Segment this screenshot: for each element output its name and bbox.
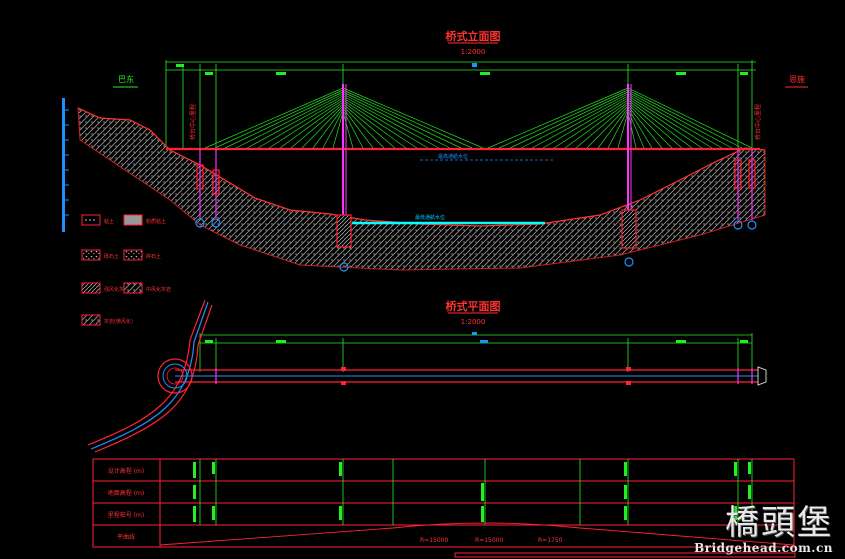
elevation-scale: 1:2000 bbox=[461, 48, 486, 56]
elevation-dimensions bbox=[165, 60, 756, 150]
plan-scale: 1:2000 bbox=[461, 318, 486, 326]
plan-dimension-marks bbox=[205, 332, 748, 343]
legend-item: 粘土 bbox=[104, 218, 114, 225]
water-level-label: 最低通航水位 bbox=[415, 214, 445, 221]
high-water-label: 最高通航水位 bbox=[438, 153, 468, 160]
plan-title: 桥式平面图 bbox=[446, 299, 501, 313]
watermark-logo: 橋頭堡 bbox=[725, 503, 833, 543]
legend-item: 碎石土 bbox=[146, 253, 161, 260]
elevation-ruler bbox=[62, 98, 69, 232]
right-direction-label: 恩施 bbox=[789, 74, 805, 84]
plan-dimensions bbox=[199, 333, 753, 372]
table-row-label: 里程桩号 (m) bbox=[108, 511, 144, 519]
left-direction-label: 巴东 bbox=[118, 74, 134, 84]
legend-item: 中风化灰岩 bbox=[146, 286, 171, 293]
curve-label: R=15000 bbox=[475, 537, 503, 544]
table-row-label: 地面高程 (m) bbox=[108, 489, 144, 497]
dimension-marks bbox=[176, 63, 748, 75]
plan-view: 桥式平面图 1:2000 bbox=[87, 299, 767, 453]
elevation-title: 桥式立面图 bbox=[446, 29, 501, 43]
watermark-url: Bridgehead.com.cn bbox=[694, 541, 833, 555]
table-row-label: 平曲线 bbox=[117, 533, 135, 541]
table-row-label: 设计高程 (m) bbox=[108, 467, 144, 475]
geology-legend: 粘土 粉质粘土 砾石土 碎石土 强风化灰岩 中风化灰岩 灰岩(微风化) bbox=[81, 214, 171, 326]
curve-label: R=15000 bbox=[420, 537, 448, 544]
cable-fan-right bbox=[487, 87, 753, 149]
legend-item: 砾石土 bbox=[104, 253, 119, 260]
right-abutment-note: 桥台中心里程 bbox=[754, 104, 762, 140]
left-abutment-note: 桥台中心里程 bbox=[189, 104, 197, 140]
profile-table: 设计高程 (m) 地面高程 (m) 里程桩号 (m) 平曲线 R=15000 R… bbox=[92, 458, 796, 558]
curve-label: R=1750 bbox=[538, 537, 563, 544]
plan-deck bbox=[175, 366, 767, 386]
drawing-canvas: 桥式立面图 1:2000 巴东 恩施 最低通航水位 最高通航水位 桥台中心里程 … bbox=[62, 29, 808, 558]
legend-item: 灰岩(微风化) bbox=[104, 318, 133, 325]
watermark: 橋頭堡 Bridgehead.com.cn bbox=[694, 505, 833, 555]
tower-right bbox=[621, 84, 637, 267]
legend-item: 粉质粘土 bbox=[146, 218, 166, 225]
table-value-marks bbox=[193, 462, 751, 522]
elevation-view: 桥式立面图 1:2000 巴东 恩施 最低通航水位 最高通航水位 桥台中心里程 … bbox=[62, 29, 808, 272]
